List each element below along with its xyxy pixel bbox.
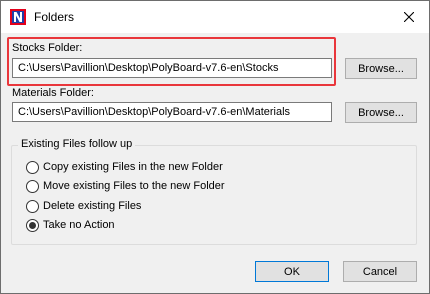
radio-label: Move existing Files to the new Folder <box>43 180 225 192</box>
radio-button[interactable] <box>26 199 39 213</box>
radio-button[interactable] <box>26 160 39 174</box>
radio-label: Copy existing Files in the new Folder <box>43 161 223 173</box>
stocks-browse-button[interactable]: Browse... <box>345 58 417 79</box>
radio-take-no-action[interactable]: Take no Action <box>26 217 115 233</box>
close-icon <box>404 12 414 22</box>
radio-move-files[interactable]: Move existing Files to the new Folder <box>26 178 225 194</box>
materials-browse-button[interactable]: Browse... <box>345 102 417 123</box>
stocks-folder-label: Stocks Folder: <box>12 42 83 54</box>
stocks-folder-field[interactable]: C:\Users\Pavillion\Desktop\PolyBoard-v7.… <box>12 58 332 78</box>
materials-folder-field[interactable]: C:\Users\Pavillion\Desktop\PolyBoard-v7.… <box>12 102 332 122</box>
radio-button[interactable] <box>26 179 39 193</box>
window-title: Folders <box>34 10 75 24</box>
radio-copy-files[interactable]: Copy existing Files in the new Folder <box>26 159 223 175</box>
radio-label: Delete existing Files <box>43 200 142 212</box>
existing-files-legend: Existing Files follow up <box>18 138 136 150</box>
app-icon <box>10 9 26 25</box>
folders-dialog: Folders Stocks Folder: C:\Users\Pavillio… <box>0 0 430 294</box>
cancel-button[interactable]: Cancel <box>343 261 417 282</box>
title-bar: Folders <box>1 1 429 33</box>
radio-delete-files[interactable]: Delete existing Files <box>26 198 141 214</box>
close-button[interactable] <box>389 1 429 33</box>
radio-button-selected[interactable] <box>26 218 39 232</box>
ok-button[interactable]: OK <box>255 261 329 282</box>
materials-folder-label: Materials Folder: <box>12 87 94 99</box>
radio-selected-dot <box>29 221 36 229</box>
radio-label: Take no Action <box>43 219 115 231</box>
